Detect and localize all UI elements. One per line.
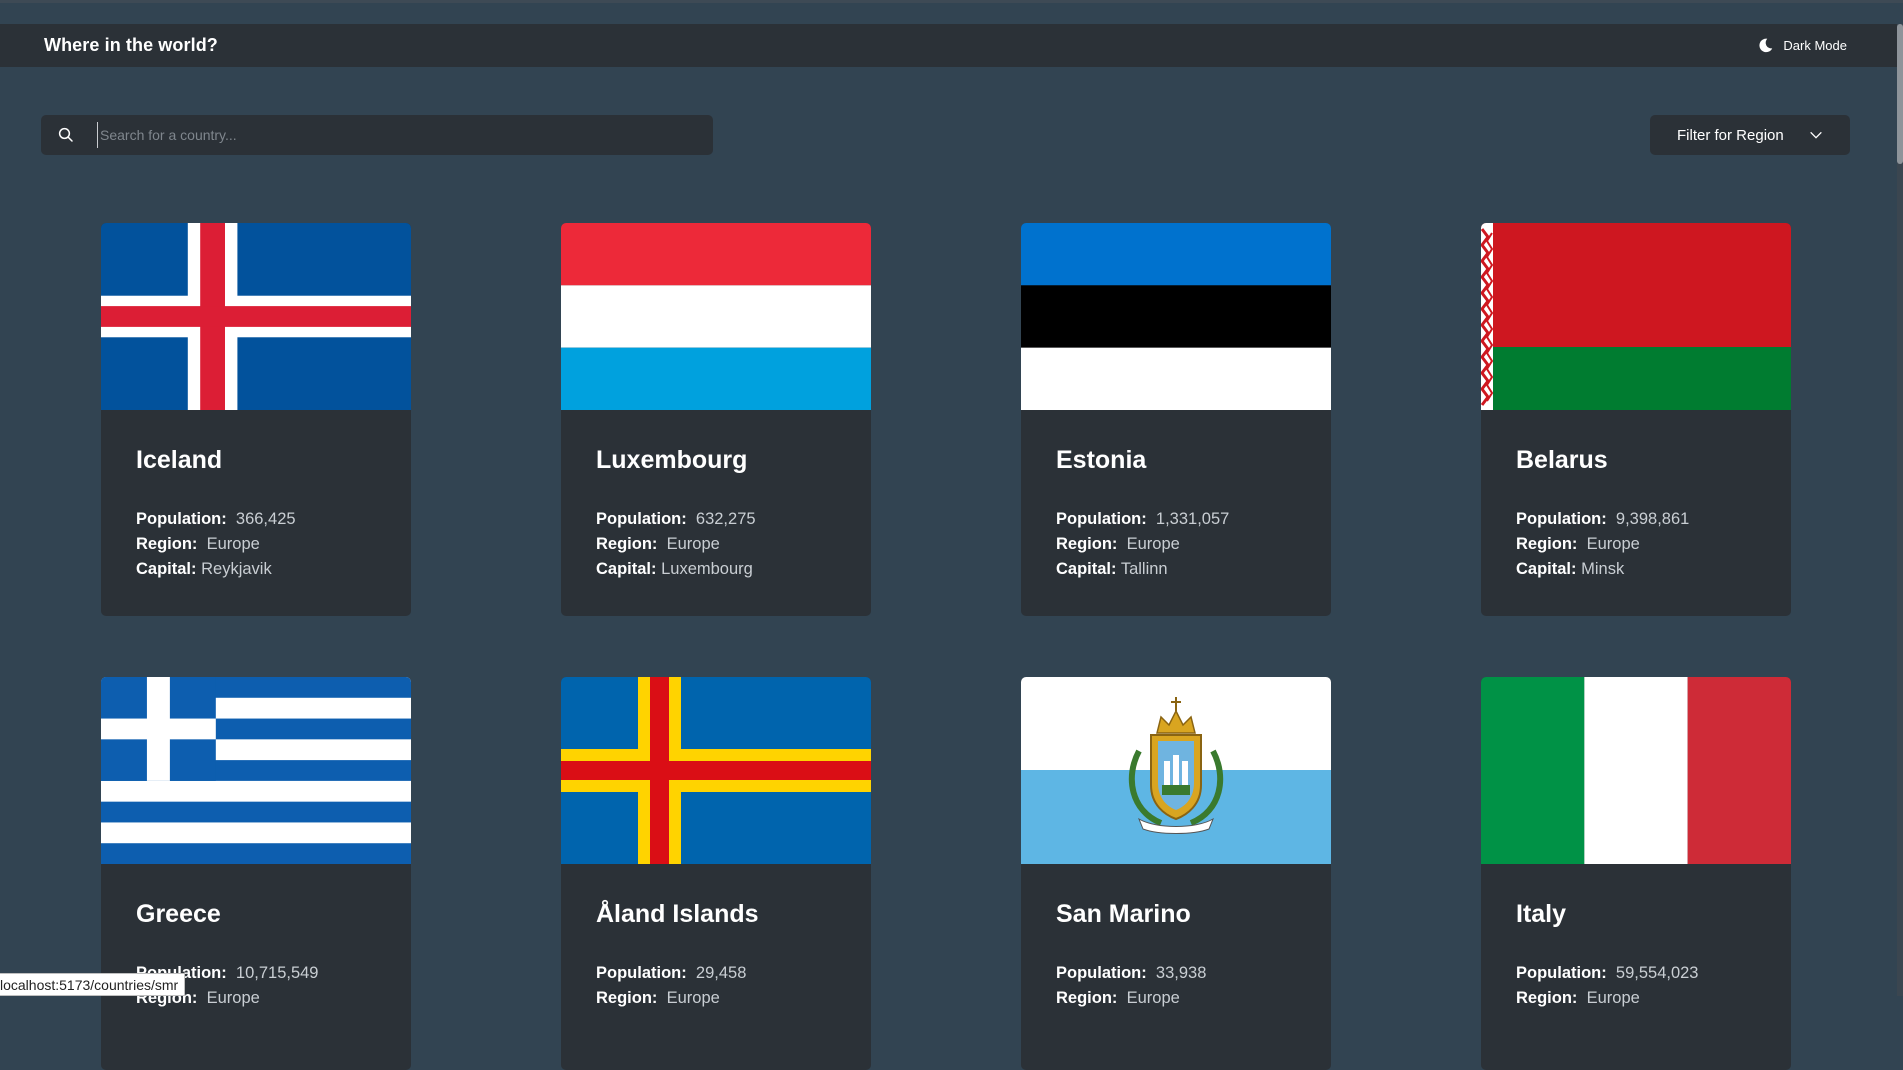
population-label: Population: <box>1056 510 1147 528</box>
san-marino-flag <box>1021 677 1331 864</box>
population-value: 59,554,023 <box>1615 964 1699 982</box>
country-info: Population: 1,331,057 Region: Europe Cap… <box>1056 507 1229 582</box>
capital-value: Tallinn <box>1120 560 1168 578</box>
region-value: Europe <box>1586 535 1640 553</box>
belarus-flag <box>1481 223 1791 410</box>
country-name: Luxembourg <box>596 446 748 474</box>
iceland-flag <box>101 223 411 410</box>
scrollbar-thumb[interactable] <box>1897 24 1903 164</box>
region-label: Region: <box>1056 989 1118 1007</box>
population-label: Population: <box>1516 964 1607 982</box>
country-info: Population: 29,458 Region: Europe <box>596 961 746 1011</box>
country-name: Iceland <box>136 446 223 474</box>
country-name: Greece <box>136 900 221 928</box>
population-label: Population: <box>1516 510 1607 528</box>
window-top-strip <box>0 0 1903 24</box>
region-label: Region: <box>136 535 198 553</box>
country-name: San Marino <box>1056 900 1191 928</box>
aland-islands-flag <box>561 677 871 864</box>
luxembourg-flag <box>561 223 871 410</box>
country-card-estonia[interactable]: Estonia Population: 1,331,057 Region: Eu… <box>1021 223 1331 616</box>
dark-mode-label: Dark Mode <box>1783 38 1847 53</box>
country-card-italy[interactable]: Italy Population: 59,554,023 Region: Eur… <box>1481 677 1791 1070</box>
capital-value: Luxembourg <box>661 560 753 578</box>
country-card-belarus[interactable]: Belarus Population: 9,398,861 Region: Eu… <box>1481 223 1791 616</box>
italy-flag <box>1481 677 1791 864</box>
region-label: Region: <box>1516 535 1578 553</box>
region-value: Europe <box>1126 989 1180 1007</box>
region-label: Region: <box>1516 989 1578 1007</box>
region-value: Europe <box>206 989 260 1007</box>
country-name: Belarus <box>1516 446 1608 474</box>
dark-mode-toggle[interactable]: Dark Mode <box>1757 37 1847 54</box>
capital-value: Reykjavik <box>201 560 272 578</box>
population-label: Population: <box>136 510 227 528</box>
country-card-luxembourg[interactable]: Luxembourg Population: 632,275 Region: E… <box>561 223 871 616</box>
population-label: Population: <box>596 510 687 528</box>
population-label: Population: <box>596 964 687 982</box>
moon-icon <box>1759 38 1773 53</box>
region-filter-dropdown[interactable]: Filter for Region <box>1650 115 1850 155</box>
country-info: Population: 366,425 Region: Europe Capit… <box>136 507 296 582</box>
greece-flag <box>101 677 411 864</box>
region-value: Europe <box>206 535 260 553</box>
capital-label: Capital: <box>1516 560 1577 578</box>
chevron-down-icon <box>1810 131 1822 139</box>
search-bar[interactable] <box>41 115 713 155</box>
region-value: Europe <box>666 989 720 1007</box>
country-name: Åland Islands <box>596 900 759 928</box>
population-value: 632,275 <box>695 510 756 528</box>
app-title: Where in the world? <box>44 35 218 55</box>
region-value: Europe <box>1586 989 1640 1007</box>
search-input[interactable] <box>97 122 713 148</box>
country-info: Population: 59,554,023 Region: Europe <box>1516 961 1699 1011</box>
capital-label: Capital: <box>596 560 657 578</box>
page-scrollbar[interactable] <box>1897 24 1903 996</box>
population-value: 366,425 <box>235 510 296 528</box>
region-value: Europe <box>666 535 720 553</box>
search-icon <box>58 127 73 142</box>
population-label: Population: <box>1056 964 1147 982</box>
region-label: Region: <box>596 989 658 1007</box>
country-info: Population: 9,398,861 Region: Europe Cap… <box>1516 507 1689 582</box>
country-card-san-marino[interactable]: San Marino Population: 33,938 Region: Eu… <box>1021 677 1331 1070</box>
link-status-url: localhost:5173/countries/smr <box>0 973 186 996</box>
region-filter-label: Filter for Region <box>1677 126 1784 144</box>
region-value: Europe <box>1126 535 1180 553</box>
population-value: 33,938 <box>1155 964 1207 982</box>
app-header: Where in the world? Dark Mode <box>0 24 1897 67</box>
population-value: 9,398,861 <box>1615 510 1690 528</box>
country-info: Population: 33,938 Region: Europe <box>1056 961 1206 1011</box>
population-value: 1,331,057 <box>1155 510 1230 528</box>
country-info: Population: 632,275 Region: Europe Capit… <box>596 507 756 582</box>
population-value: 29,458 <box>695 964 747 982</box>
country-card-iceland[interactable]: Iceland Population: 366,425 Region: Euro… <box>101 223 411 616</box>
country-name: Italy <box>1516 900 1567 928</box>
capital-label: Capital: <box>1056 560 1117 578</box>
region-label: Region: <box>596 535 658 553</box>
country-name: Estonia <box>1056 446 1147 474</box>
population-value: 10,715,549 <box>235 964 319 982</box>
country-card-aland-islands[interactable]: Åland Islands Population: 29,458 Region:… <box>561 677 871 1070</box>
region-label: Region: <box>1056 535 1118 553</box>
capital-value: Minsk <box>1581 560 1625 578</box>
estonia-flag <box>1021 223 1331 410</box>
capital-label: Capital: <box>136 560 197 578</box>
country-card-greece[interactable]: Greece Population: 10,715,549 Region: Eu… <box>101 677 411 1070</box>
